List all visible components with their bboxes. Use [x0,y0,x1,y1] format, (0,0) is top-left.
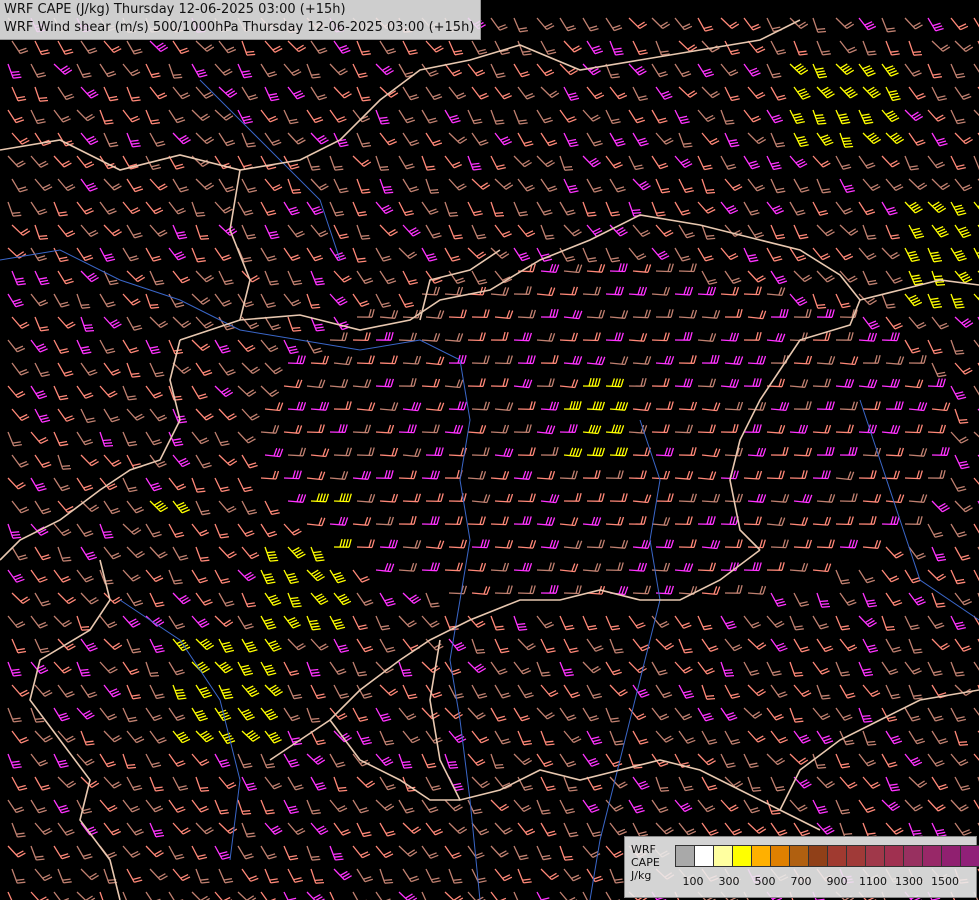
legend-swatch [903,845,923,867]
legend-swatch [789,845,809,867]
legend-unit: J/kg [631,869,652,882]
legend-tick-labels: 100 300 500 700 900 1100 1300 1500 [675,875,975,889]
legend-swatch [770,845,790,867]
legend-swatch [694,845,714,867]
legend-tick-label: 300 [718,875,740,888]
legend-color-scale [675,845,979,867]
cape-legend: WRF CAPE J/kg 100 300 500 700 900 1100 1300 150… [624,836,979,898]
legend-tick-label: 1100 [859,875,887,888]
legend-swatch [865,845,885,867]
legend-tick-label: 1500 [931,875,959,888]
legend-swatch [808,845,828,867]
legend-swatch [827,845,847,867]
weather-map [0,0,979,900]
legend-field: CAPE [631,856,660,869]
map-title-box: WRF CAPE (J/kg) Thursday 12-06-2025 03:0… [0,0,482,40]
cape-title: WRF CAPE (J/kg) Thursday 12-06-2025 03:0… [4,2,346,17]
legend-swatch [846,845,866,867]
legend-swatch [732,845,752,867]
legend-swatch [941,845,961,867]
legend-swatch [922,845,942,867]
legend-tick-label: 700 [790,875,812,888]
legend-tick-label: 900 [826,875,848,888]
legend-label: WRF CAPE J/kg [631,843,660,882]
legend-tick-label: 100 [682,875,704,888]
legend-swatch [675,845,695,867]
legend-tick-label: 1300 [895,875,923,888]
legend-swatch [751,845,771,867]
wind-shear-title: WRF Wind shear (m/s) 500/1000hPa Thursda… [4,20,475,35]
legend-swatch [960,845,979,867]
legend-swatch [884,845,904,867]
legend-model: WRF [631,843,656,856]
legend-tick-label: 500 [754,875,776,888]
legend-swatch [713,845,733,867]
